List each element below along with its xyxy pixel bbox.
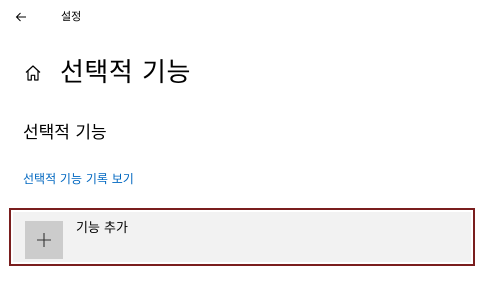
add-feature-button[interactable]: 기능 추가: [9, 208, 475, 266]
section-title: 선택적 기능: [23, 123, 107, 143]
add-feature-tile: 기능 추가: [13, 212, 471, 262]
add-feature-label: 기능 추가: [76, 221, 128, 236]
settings-page: 설정 선택적 기능 선택적 기능 선택적 기능 기록 보기 기능 추가: [0, 0, 486, 281]
view-history-link[interactable]: 선택적 기능 기록 보기: [23, 170, 134, 188]
page-title: 선택적 기능: [60, 58, 191, 88]
plus-icon-tile: [25, 221, 63, 259]
app-title: 설정: [61, 10, 82, 23]
plus-icon: [37, 233, 51, 247]
back-button[interactable]: [10, 6, 32, 28]
page-header: 선택적 기능: [22, 53, 191, 93]
back-arrow-icon: [15, 12, 26, 22]
home-icon: [22, 62, 44, 84]
